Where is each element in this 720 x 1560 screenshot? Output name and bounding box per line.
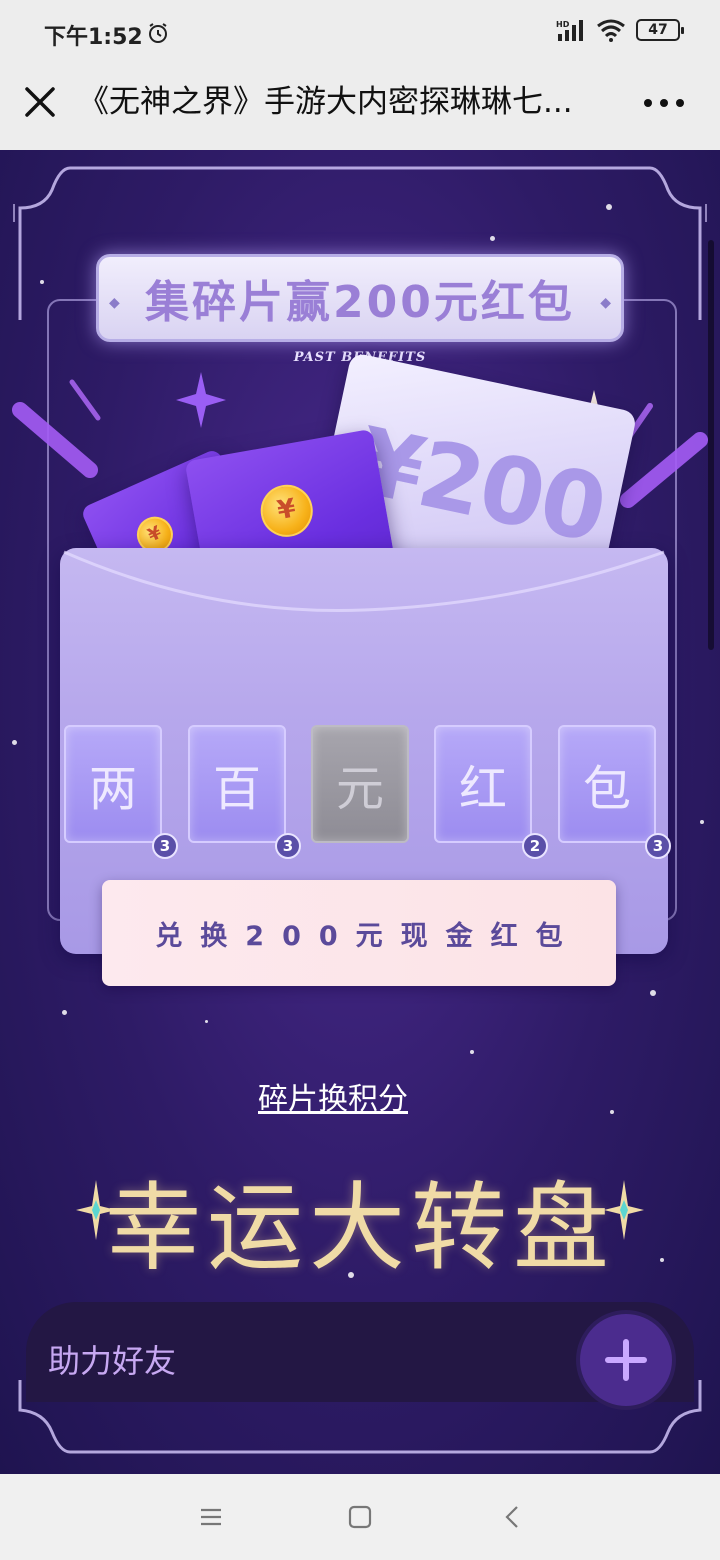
fragment-count-badge: 2: [522, 833, 548, 859]
svg-text:HD: HD: [556, 20, 570, 29]
status-bar: 下午1:52 HD 47: [0, 0, 720, 66]
help-friends-bar: 助力好友: [26, 1302, 694, 1406]
fragment-count-badge: 3: [275, 833, 301, 859]
home-nav-icon[interactable]: [347, 1504, 373, 1530]
menu-nav-icon[interactable]: [198, 1504, 224, 1530]
alarm-icon: [149, 23, 167, 43]
fragment-tile-hong[interactable]: 红: [434, 725, 532, 843]
fragment-char: 红: [458, 761, 507, 817]
plus-icon: [605, 1339, 647, 1381]
back-nav-icon[interactable]: [500, 1504, 526, 1530]
battery-icon: 47: [636, 19, 684, 41]
fragment-char: 两: [88, 761, 137, 817]
banner-title: 集碎片赢200元红包: [145, 277, 575, 328]
fragment-tile-liang[interactable]: 两: [64, 725, 162, 843]
fragment-count-badge: 3: [152, 833, 178, 859]
add-friend-button[interactable]: [580, 1314, 672, 1406]
coin-icon: ¥: [256, 480, 317, 541]
diamond-icon: ◆: [109, 295, 120, 311]
sparkle-icon: [604, 1180, 644, 1240]
fragments-to-points-link[interactable]: 碎片换积分: [258, 1082, 408, 1117]
page-title: 《无神之界》手游大内密探琳琳七...: [78, 84, 573, 120]
system-nav-bar: [0, 1474, 720, 1560]
fragment-count-badge: 3: [645, 833, 671, 859]
fragment-banner: ◆ 集碎片赢200元红包 ◆: [96, 254, 624, 342]
signal-icon: HD: [556, 20, 583, 41]
activity-page: ◆ 集碎片赢200元红包 ◆ PAST BENEFITS ¥200 ¥ ¥ 两 …: [0, 150, 720, 1474]
pocket-lip: [63, 550, 665, 612]
fragment-char: 包: [582, 761, 631, 817]
wifi-icon: [597, 19, 625, 42]
fragment-tile-yuan[interactable]: 元: [311, 725, 409, 843]
title-bar: 《无神之界》手游大内密探琳琳七...: [0, 66, 720, 150]
fragment-tile-bao[interactable]: 包: [558, 725, 656, 843]
scrollbar[interactable]: [708, 240, 714, 650]
fragment-char: 百: [212, 761, 261, 817]
status-time: 下午1:52: [44, 25, 143, 50]
exchange-cash-button[interactable]: 兑换200元现金红包: [102, 880, 616, 986]
help-friends-label: 助力好友: [48, 1342, 177, 1380]
diamond-icon: ◆: [600, 295, 611, 311]
fragment-tile-bai[interactable]: 百: [188, 725, 286, 843]
exchange-button-label: 兑换200元现金红包: [155, 920, 581, 952]
close-icon[interactable]: [22, 84, 58, 120]
more-icon[interactable]: [642, 88, 686, 118]
fragment-char: 元: [335, 761, 384, 817]
